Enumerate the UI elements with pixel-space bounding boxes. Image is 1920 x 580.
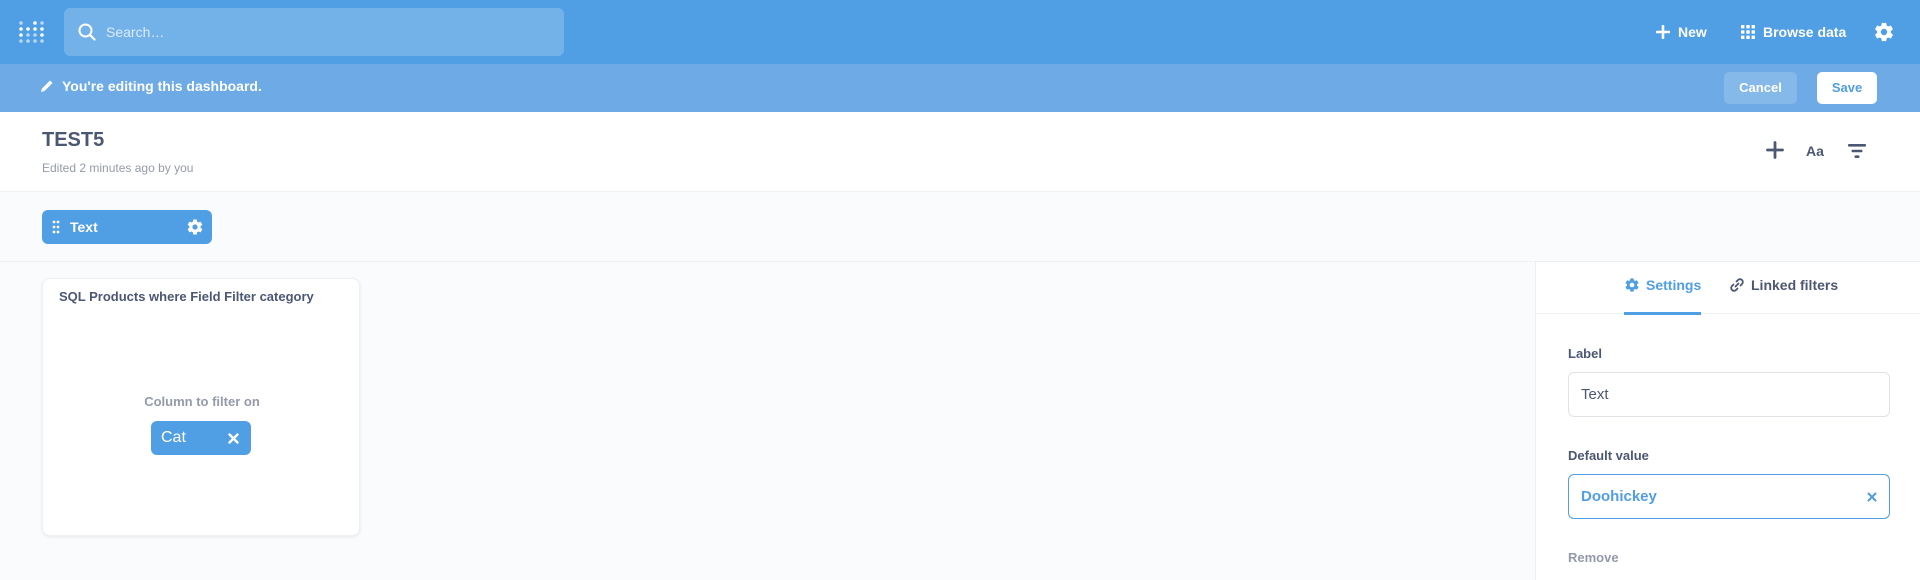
- dashboard-header: TEST5 Edited 2 minutes ago by you: [0, 112, 1920, 192]
- settings-gear-icon[interactable]: [1873, 21, 1895, 43]
- dashboard-card[interactable]: SQL Products where Field Filter category…: [42, 278, 360, 536]
- drag-handle-icon[interactable]: [52, 220, 60, 234]
- pencil-icon: [41, 80, 53, 92]
- default-value-field[interactable]: Doohickey: [1568, 474, 1890, 519]
- search-bar[interactable]: Search…: [64, 8, 564, 56]
- default-value-heading: Default value: [1568, 448, 1649, 463]
- column-to-filter-label: Column to filter on: [144, 394, 260, 409]
- text-filter-widget[interactable]: Text: [42, 210, 212, 244]
- mapped-column-label: Cat: [161, 429, 186, 446]
- filter-label: Text: [70, 219, 98, 235]
- grid-icon: [1741, 25, 1755, 39]
- edit-message-text: You're editing this dashboard.: [62, 78, 262, 94]
- tab-linked-filters-label: Linked filters: [1751, 277, 1839, 293]
- add-text-box-icon[interactable]: Aa: [1806, 143, 1824, 159]
- edit-message: You're editing this dashboard.: [40, 78, 262, 94]
- search-icon: [78, 23, 96, 41]
- clear-default-value-icon[interactable]: [1867, 492, 1877, 502]
- sidebar-tabs: Settings Linked filters: [1536, 262, 1920, 315]
- tab-linked-filters[interactable]: Linked filters: [1729, 277, 1838, 315]
- filter-settings-gear-icon[interactable]: [186, 218, 204, 236]
- search-input[interactable]: Search…: [106, 24, 164, 40]
- cancel-button[interactable]: Cancel: [1724, 72, 1797, 104]
- metabase-logo-icon[interactable]: [18, 20, 46, 46]
- dashboard-edited-info: Edited 2 minutes ago by you: [42, 161, 194, 175]
- filter-settings-sidebar: Settings Linked filters Label Text Defau…: [1535, 262, 1920, 580]
- add-filter-icon[interactable]: [1848, 143, 1866, 159]
- mapped-column-chip[interactable]: Cat: [151, 421, 251, 455]
- dashboard-title[interactable]: TEST5: [42, 129, 104, 152]
- edit-mode-bar: You're editing this dashboard.: [0, 64, 1920, 112]
- new-label: New: [1678, 24, 1707, 40]
- tab-settings[interactable]: Settings: [1624, 277, 1702, 315]
- close-icon[interactable]: [228, 432, 239, 444]
- label-heading: Label: [1568, 346, 1602, 361]
- default-value-text: Doohickey: [1581, 488, 1657, 505]
- card-title: SQL Products where Field Filter category: [59, 289, 314, 304]
- save-button[interactable]: Save: [1817, 72, 1877, 104]
- top-nav: Search… New Browse data: [0, 0, 1920, 64]
- gear-icon: [1625, 278, 1639, 292]
- remove-filter-button[interactable]: Remove: [1568, 550, 1619, 565]
- label-input[interactable]: Text: [1568, 372, 1890, 417]
- plus-icon: [1656, 25, 1670, 39]
- add-question-plus-icon[interactable]: [1766, 141, 1784, 159]
- browse-data-button[interactable]: Browse data: [1741, 20, 1846, 44]
- filter-bar: [0, 192, 1920, 262]
- browse-data-label: Browse data: [1763, 24, 1847, 40]
- tab-settings-label: Settings: [1646, 277, 1702, 293]
- link-icon: [1730, 278, 1744, 292]
- new-button[interactable]: New: [1656, 20, 1707, 44]
